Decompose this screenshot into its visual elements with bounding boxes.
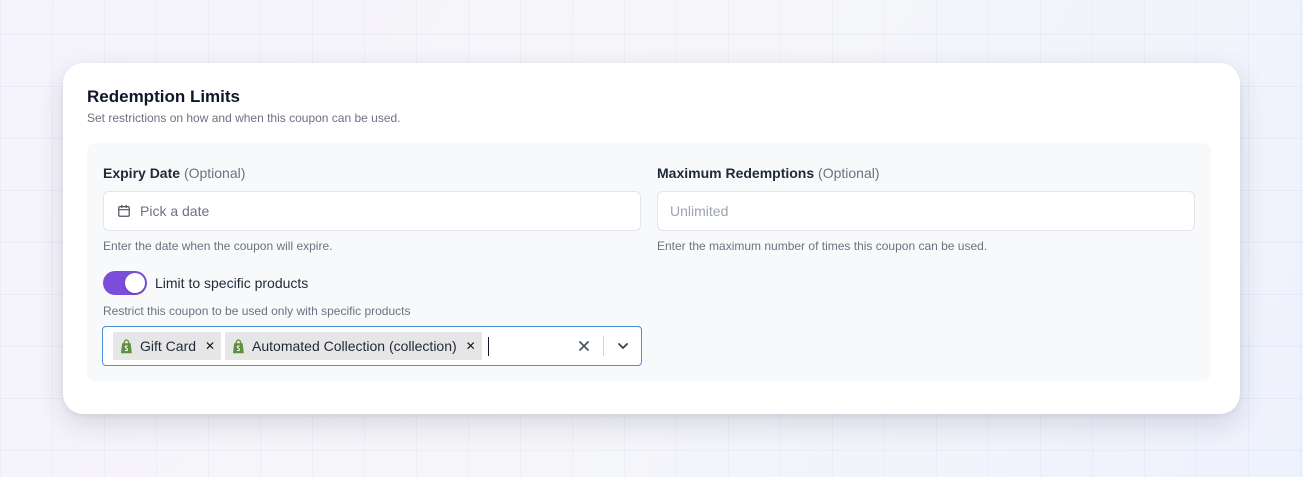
selected-chip: Gift Card ✕	[113, 332, 222, 360]
expiry-optional-text: (Optional)	[183, 165, 246, 181]
shopify-bag-icon	[232, 338, 245, 354]
remove-chip-icon[interactable]: ✕	[199, 332, 221, 360]
products-multiselect[interactable]: Gift Card ✕ Automated Collection (collec…	[102, 326, 642, 366]
chip-label: Automated Collection (collection)	[252, 338, 457, 354]
selected-chip: Automated Collection (collection) ✕	[225, 332, 482, 360]
section-title: Redemption Limits	[87, 87, 241, 106]
calendar-icon	[117, 204, 131, 218]
expiry-date-placeholder: Pick a date	[140, 203, 210, 219]
expiry-date-picker[interactable]: Pick a date	[103, 191, 641, 231]
text-caret	[487, 336, 489, 356]
max-redemptions-optional-text: (Optional)	[818, 165, 880, 181]
limits-panel: Expiry Date (Optional) Pick a date Enter…	[87, 143, 1211, 381]
limit-products-label: Limit to specific products	[155, 275, 309, 291]
multiselect-divider	[603, 336, 604, 356]
shopify-bag-icon	[120, 338, 133, 354]
max-redemptions-placeholder: Unlimited	[670, 203, 729, 219]
limit-products-toggle[interactable]	[103, 271, 147, 295]
chip-label: Gift Card	[140, 338, 197, 354]
redemption-limits-card: Redemption Limits Set restrictions on ho…	[63, 63, 1240, 414]
remove-chip-icon[interactable]: ✕	[460, 332, 482, 360]
max-redemptions-label: Maximum Redemptions (Optional)	[657, 165, 880, 181]
limit-products-row: Limit to specific products	[103, 271, 308, 295]
max-redemptions-hint: Enter the maximum number of times this c…	[657, 239, 988, 253]
expiry-date-label: Expiry Date (Optional)	[103, 165, 246, 181]
section-subtitle: Set restrictions on how and when this co…	[87, 111, 401, 125]
clear-all-icon[interactable]	[569, 327, 599, 365]
limit-products-hint: Restrict this coupon to be used only wit…	[103, 304, 411, 318]
chevron-down-icon[interactable]	[608, 327, 638, 365]
expiry-date-hint: Enter the date when the coupon will expi…	[103, 239, 333, 253]
toggle-knob	[125, 273, 145, 293]
max-redemptions-input[interactable]: Unlimited	[657, 191, 1195, 231]
